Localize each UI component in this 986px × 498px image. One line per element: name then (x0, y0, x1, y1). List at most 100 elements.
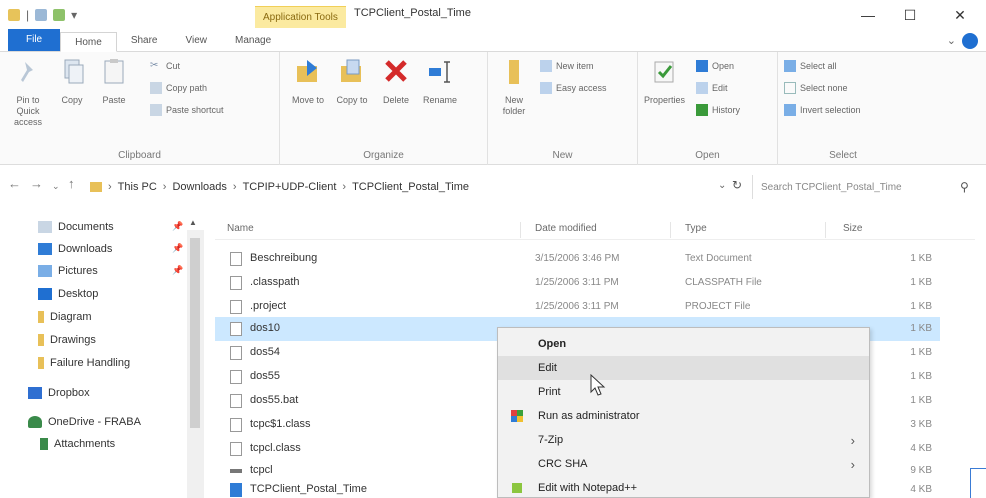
column-divider[interactable] (520, 222, 521, 238)
nav-item-drawings[interactable]: Drawings (38, 329, 96, 351)
open-button[interactable]: Open (696, 58, 734, 74)
pin-icon[interactable]: 📌 (172, 221, 183, 232)
nav-item-desktop[interactable]: Desktop (38, 283, 98, 305)
maximize-button[interactable]: ☐ (890, 3, 930, 27)
pin-icon[interactable]: 📌 (172, 265, 183, 276)
menu-item-7-zip[interactable]: 7-Zip › (498, 428, 869, 452)
invert-selection-label: Invert selection (800, 105, 861, 115)
edit-icon (696, 82, 708, 94)
column-divider[interactable] (670, 222, 671, 238)
cut-button[interactable]: ✂ Cut (150, 58, 180, 74)
up-arrow-icon[interactable]: ↑ (68, 176, 75, 191)
tab-share[interactable]: Share (117, 31, 172, 51)
breadcrumb-current-folder[interactable]: TCPClient_Postal_Time (352, 181, 469, 193)
menu-item-print[interactable]: Print (498, 380, 869, 404)
properties-label: Properties (644, 95, 686, 105)
file-size: 9 KB (910, 465, 932, 476)
select-group: Select all Select none Invert selection … (778, 52, 908, 165)
copy-to-button[interactable]: Copy to (332, 56, 372, 106)
history-button[interactable]: History (696, 102, 740, 118)
easy-access-button[interactable]: Easy access (540, 80, 607, 96)
menu-item-edit[interactable]: Edit (498, 356, 869, 380)
scroll-up-icon[interactable]: ▲ (189, 218, 197, 227)
nav-item-failure-handling[interactable]: Failure Handling (38, 352, 130, 374)
close-button[interactable]: ✕ (940, 3, 980, 27)
properties-button[interactable]: Properties (644, 56, 686, 106)
refresh-icon[interactable]: ↻ (732, 178, 742, 192)
forward-arrow-icon[interactable]: → (30, 176, 43, 191)
copy-button[interactable]: Copy (52, 56, 92, 106)
invert-selection-button[interactable]: Invert selection (784, 102, 861, 118)
column-type[interactable]: Type (685, 223, 707, 234)
submenu-arrow-icon: › (850, 432, 855, 448)
tab-home[interactable]: Home (60, 32, 117, 52)
menu-item-open[interactable]: Open (498, 332, 869, 356)
search-icon[interactable]: ⚲ (960, 180, 969, 194)
tab-manage[interactable]: Manage (221, 31, 285, 51)
nav-item-onedrive[interactable]: OneDrive - FRABA (28, 411, 141, 433)
copy-path-button[interactable]: Copy path (150, 80, 207, 96)
address-bar[interactable]: › This PC › Downloads › TCPIP+UDP-Client… (90, 175, 803, 199)
table-row[interactable]: Beschreibung 3/15/2006 3:46 PM Text Docu… (215, 247, 940, 271)
menu-item-crc-sha[interactable]: CRC SHA › (498, 452, 869, 476)
back-arrow-icon[interactable]: ← (8, 176, 21, 191)
select-none-button[interactable]: Select none (784, 80, 848, 96)
new-folder-icon[interactable] (53, 9, 66, 21)
paste-shortcut-button[interactable]: Paste shortcut (150, 102, 224, 118)
address-dropdown-icon[interactable]: ⌄ (718, 180, 726, 191)
clipboard-group: Pin to Quick access Copy Paste ✂ Cut Cop… (0, 52, 280, 165)
class-file-icon (230, 442, 242, 456)
nav-item-diagram[interactable]: Diagram (38, 306, 92, 328)
delete-button[interactable]: Delete (376, 56, 416, 106)
selection-frame (970, 468, 986, 498)
menu-item-edit-with-notepad[interactable]: Edit with Notepad++ (498, 476, 869, 498)
nav-item-pictures[interactable]: Pictures (38, 260, 98, 282)
table-row[interactable]: .project 1/25/2006 3:11 PM PROJECT File … (215, 295, 940, 319)
minimize-button[interactable]: — (848, 3, 888, 27)
properties-icon[interactable] (35, 9, 48, 21)
table-row[interactable]: .classpath 1/25/2006 3:11 PM CLASSPATH F… (215, 271, 940, 295)
new-group-label: New (552, 150, 573, 161)
column-size[interactable]: Size (843, 223, 862, 234)
column-date-modified[interactable]: Date modified (535, 223, 597, 234)
paste-button[interactable]: Paste (94, 56, 134, 106)
nav-item-documents[interactable]: Documents (38, 216, 114, 238)
nav-item-dropbox[interactable]: Dropbox (28, 382, 90, 404)
cut-label: Cut (166, 61, 181, 71)
nav-item-attachments[interactable]: Attachments (40, 433, 115, 455)
help-icon[interactable] (962, 33, 978, 49)
breadcrumb-this-pc[interactable]: This PC (118, 181, 157, 193)
breadcrumb-downloads[interactable]: Downloads (172, 181, 226, 193)
nav-scrollbar-thumb[interactable] (190, 238, 200, 428)
file-name: dos10 (250, 322, 280, 334)
file-size: 1 KB (910, 253, 932, 264)
recent-locations-icon[interactable]: ⌄ (52, 181, 60, 192)
file-size: 4 KB (910, 484, 932, 495)
move-to-button[interactable]: Move to (288, 56, 328, 106)
tab-view[interactable]: View (172, 31, 222, 51)
file-date: 1/25/2006 3:11 PM (535, 277, 619, 288)
search-input[interactable]: Search TCPClient_Postal_Time (752, 175, 970, 199)
application-tools-tab[interactable]: Application Tools (255, 6, 346, 28)
customize-qat-icon[interactable]: ▾ (71, 8, 77, 22)
chevron-down-icon[interactable]: ⌄ (947, 34, 956, 47)
new-folder-label: New folder (502, 95, 526, 116)
nav-item-label: Dropbox (48, 387, 90, 399)
nav-item-label: Drawings (50, 334, 96, 346)
pin-to-quick-access-button[interactable]: Pin to Quick access (8, 56, 48, 128)
select-all-button[interactable]: Select all (784, 58, 837, 74)
edit-button[interactable]: Edit (696, 80, 728, 96)
tab-file[interactable]: File (8, 29, 61, 51)
pin-icon[interactable]: 📌 (172, 243, 183, 254)
nav-item-downloads[interactable]: Downloads (38, 238, 112, 260)
column-divider[interactable] (825, 222, 826, 238)
menu-item-run-as-administrator[interactable]: Run as administrator (498, 404, 869, 428)
column-name[interactable]: Name (227, 223, 254, 234)
folder-icon[interactable] (8, 9, 20, 21)
folder-icon (90, 182, 102, 192)
breadcrumb-tcpip-udp-client[interactable]: TCPIP+UDP-Client (243, 181, 337, 193)
text-file-icon (230, 252, 242, 266)
rename-button[interactable]: Rename (420, 56, 460, 106)
new-folder-button[interactable]: New folder (494, 56, 534, 117)
new-item-button[interactable]: New item (540, 58, 594, 74)
